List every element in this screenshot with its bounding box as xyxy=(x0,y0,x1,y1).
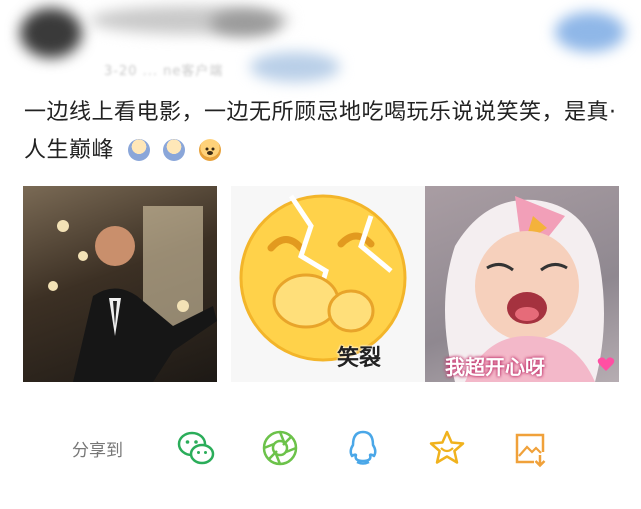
avatar[interactable] xyxy=(20,8,82,58)
baby-icon xyxy=(163,139,186,161)
share-bar: 分享到 xyxy=(0,410,641,480)
follow-badge-blur xyxy=(555,12,625,52)
post-body: 一边线上看电影，一边无所顾忌地吃喝玩乐说说笑笑，是真·人生巅峰 xyxy=(24,100,617,163)
baby-icon xyxy=(127,139,150,161)
photo-1[interactable] xyxy=(23,186,217,382)
wechat-icon[interactable] xyxy=(176,428,216,468)
photo-3-caption: 我超开心呀 xyxy=(445,355,545,379)
heart-icon xyxy=(597,357,615,371)
share-label: 分享到 xyxy=(72,441,123,461)
photo-3[interactable]: 我超开心呀 xyxy=(425,186,619,382)
meta-blur xyxy=(250,52,340,82)
save-image-icon[interactable] xyxy=(510,428,550,468)
post-meta: 3-20 ... ne客户端 xyxy=(104,64,224,79)
username-blur-2 xyxy=(210,10,280,36)
star-icon[interactable] xyxy=(427,428,467,468)
doge-icon xyxy=(198,139,221,161)
moments-icon[interactable] xyxy=(260,428,300,468)
post-text: 一边线上看电影，一边无所顾忌地吃喝玩乐说说笑笑，是真·人生巅峰 xyxy=(24,94,624,170)
photo-2[interactable]: 笑裂 xyxy=(231,186,425,382)
qq-icon[interactable] xyxy=(343,428,383,468)
photo-grid: 笑裂 我超开心呀 xyxy=(23,186,619,382)
photo-2-caption: 笑裂 xyxy=(337,346,382,371)
post-header: 3-20 ... ne客户端 xyxy=(0,0,641,90)
